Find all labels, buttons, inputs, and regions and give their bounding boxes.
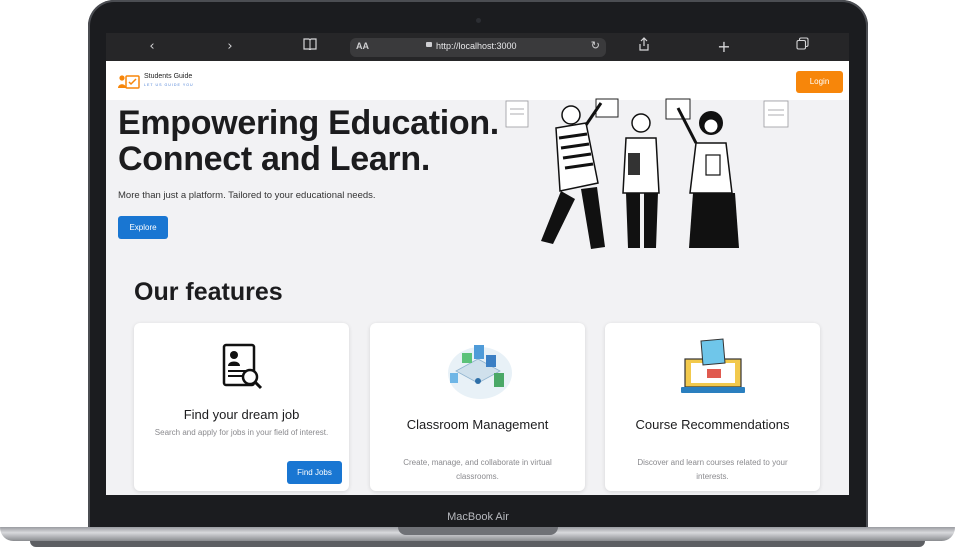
feature-card-title: Find your dream job: [183, 407, 300, 422]
find-jobs-button[interactable]: Find Jobs: [287, 461, 342, 484]
share-icon[interactable]: [632, 37, 656, 57]
feature-card-title: Classroom Management: [406, 417, 549, 432]
hero-title-line2: Connect and Learn.: [118, 140, 430, 178]
logo-tagline: LET US GUIDE YOU: [144, 83, 194, 87]
classroom-isometric-icon: [448, 345, 512, 399]
lock-icon: [426, 42, 432, 47]
forward-icon[interactable]: ›: [218, 37, 242, 57]
feature-card-description: Search and apply for jobs in your field …: [154, 428, 329, 437]
laptop-base-shadow: [30, 541, 925, 547]
camera: [476, 18, 481, 23]
new-tab-icon[interactable]: +: [712, 37, 736, 57]
explore-button[interactable]: Explore: [118, 216, 168, 239]
laptop-notch: [398, 527, 558, 535]
laptop-hand-icon: [681, 338, 745, 393]
features-heading: Our features: [134, 278, 283, 306]
reload-icon[interactable]: ↻: [591, 39, 600, 52]
feature-card-jobs: Find your dream job Search and apply for…: [134, 323, 349, 491]
tabs-icon[interactable]: [790, 37, 814, 57]
hero-illustration: [505, 98, 789, 249]
feature-card-description: Create, manage, and collaborate in virtu…: [403, 458, 552, 481]
feature-card-courses: Course Recommendations Discover and lear…: [605, 323, 820, 491]
url-bar[interactable]: AA http://localhost:3000 ↻: [350, 38, 606, 57]
feature-card-description: Discover and learn courses related to yo…: [637, 458, 788, 481]
device-label: MacBook Air: [447, 511, 509, 523]
hero-title-line1: Empowering Education.: [118, 104, 499, 142]
hero-subtitle: More than just a platform. Tailored to y…: [118, 190, 376, 201]
feature-card-classroom: Classroom Management Create, manage, and…: [370, 323, 585, 491]
screen: ‹ › AA http://localhost:3000 ↻ + Student…: [106, 33, 849, 495]
browser-toolbar: ‹ › AA http://localhost:3000 ↻ +: [106, 33, 849, 61]
feature-card-title: Course Recommendations: [635, 417, 790, 432]
reader-text-size[interactable]: AA: [356, 41, 369, 51]
url-text[interactable]: http://localhost:3000: [436, 41, 517, 51]
logo-icon: [118, 75, 140, 89]
resume-search-icon: [222, 343, 263, 390]
back-icon[interactable]: ‹: [140, 37, 164, 57]
logo-title: Students Guide: [144, 73, 193, 80]
book-icon[interactable]: [298, 37, 322, 57]
hero-title: Empowering Education. Connect and Learn.: [118, 105, 499, 177]
login-button[interactable]: Login: [796, 71, 843, 93]
